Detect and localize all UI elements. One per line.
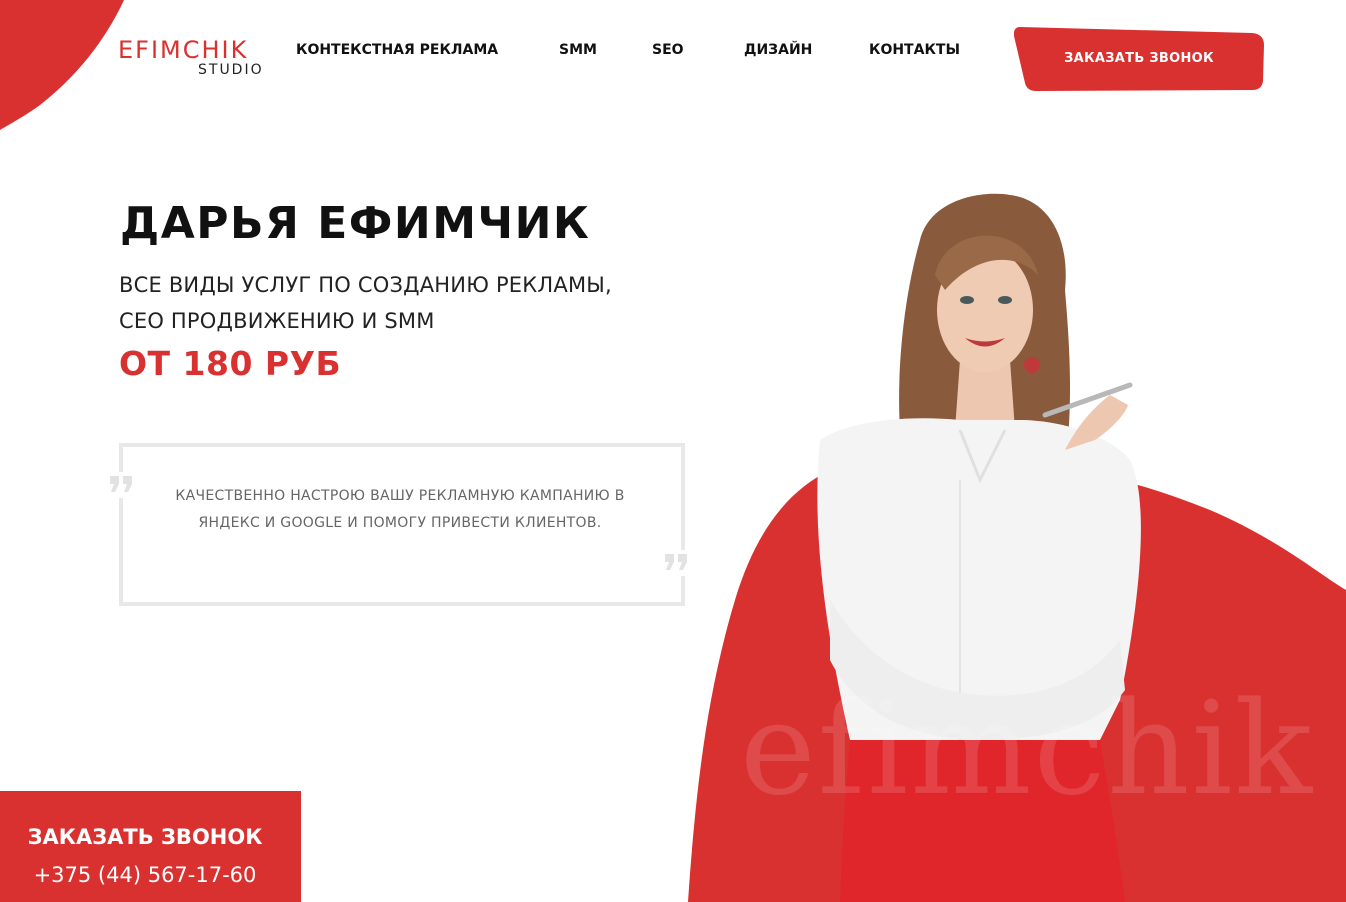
brand-watermark: efimchik	[740, 675, 1315, 824]
logo-wordmark: EFIMCHIK	[118, 36, 249, 64]
nav-item-seo[interactable]: SEO	[652, 41, 684, 59]
nav-item-context-ads[interactable]: КОНТЕКСТНАЯ РЕКЛАМА	[296, 41, 498, 59]
hero-subtitle-line2: СЕО ПРОДВИЖЕНИЮ И SMM	[119, 309, 435, 333]
callback-title[interactable]: ЗАКАЗАТЬ ЗВОНОК	[0, 823, 290, 851]
hero-name: ДАРЬЯ ЕФИМЧИК	[120, 198, 591, 249]
quote-text: КАЧЕСТВЕННО НАСТРОЮ ВАШУ РЕКЛАМНУЮ КАМПА…	[175, 488, 625, 531]
quote-open-icon	[106, 472, 138, 498]
hero-subtitle-line1: ВСЕ ВИДЫ УСЛУГ ПО СОЗДАНИЮ РЕКЛАМЫ,	[119, 273, 612, 297]
logo-subtitle: STUDIO	[198, 62, 264, 78]
header-callback-label: ЗАКАЗАТЬ ЗВОНОК	[1064, 51, 1214, 66]
hero-price: ОТ 180 РУБ	[119, 344, 342, 383]
nav-item-smm[interactable]: SMM	[559, 41, 597, 59]
callback-panel[interactable]: ЗАКАЗАТЬ ЗВОНОК +375 (44) 567-17-60	[0, 791, 301, 902]
logo[interactable]: EFIMCHIK STUDIO	[118, 36, 278, 86]
nav-item-contacts[interactable]: КОНТАКТЫ	[869, 41, 960, 59]
nav-item-design[interactable]: ДИЗАЙН	[744, 41, 812, 59]
header-callback-button[interactable]: ЗАКАЗАТЬ ЗВОНОК	[1014, 27, 1264, 91]
callback-phone[interactable]: +375 (44) 567-17-60	[0, 861, 290, 889]
corner-decoration	[0, 0, 124, 130]
